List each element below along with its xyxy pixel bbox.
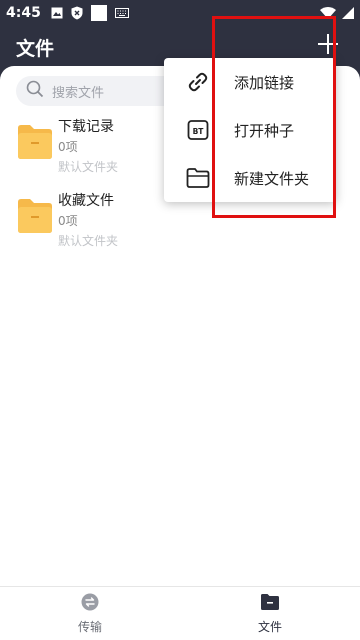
add-button[interactable] [314, 32, 342, 60]
menu-item-label: 打开种子 [234, 121, 295, 140]
menu-item-open-torrent[interactable]: BT 打开种子 [164, 106, 336, 154]
folder-count: 0项 [58, 140, 78, 154]
folder-filled-icon [260, 593, 280, 615]
status-bar: 4:45 [0, 0, 360, 26]
image-icon [51, 7, 63, 19]
link-icon [186, 70, 210, 94]
folder-icon [16, 124, 54, 160]
tab-transfer[interactable]: 传输 [0, 587, 180, 640]
status-icons [51, 5, 129, 21]
transfer-icon [81, 593, 99, 615]
add-menu-dropdown: 添加链接 BT 打开种子 新建文件夹 [164, 58, 336, 202]
search-icon [26, 80, 44, 102]
folder-icon [16, 198, 54, 234]
folder-outline-icon [186, 166, 210, 190]
search-placeholder: 搜索文件 [52, 85, 105, 101]
status-time: 4:45 [6, 5, 41, 21]
bottom-nav: 传输 文件 [0, 586, 360, 640]
folder-desc: 默认文件夹 [58, 160, 119, 174]
square-icon [90, 5, 107, 21]
folder-count: 0项 [58, 214, 78, 228]
folder-desc: 默认文件夹 [58, 234, 119, 248]
menu-item-add-link[interactable]: 添加链接 [164, 58, 336, 106]
menu-item-new-folder[interactable]: 新建文件夹 [164, 154, 336, 202]
bt-icon: BT [186, 118, 210, 142]
folder-name: 下载记录 [58, 119, 114, 135]
tab-label: 文件 [257, 619, 282, 634]
tab-label: 传输 [77, 619, 102, 634]
signal-icon [342, 4, 354, 23]
svg-text:BT: BT [193, 127, 205, 136]
folder-name: 收藏文件 [58, 193, 114, 209]
shield-icon [71, 6, 83, 20]
menu-item-label: 新建文件夹 [234, 169, 310, 188]
wifi-icon [320, 4, 336, 23]
status-right [320, 4, 354, 23]
tab-files[interactable]: 文件 [180, 587, 360, 640]
plus-icon [317, 33, 339, 59]
menu-item-label: 添加链接 [234, 73, 295, 92]
page-title: 文件 [16, 38, 55, 60]
keyboard-icon [114, 8, 129, 18]
